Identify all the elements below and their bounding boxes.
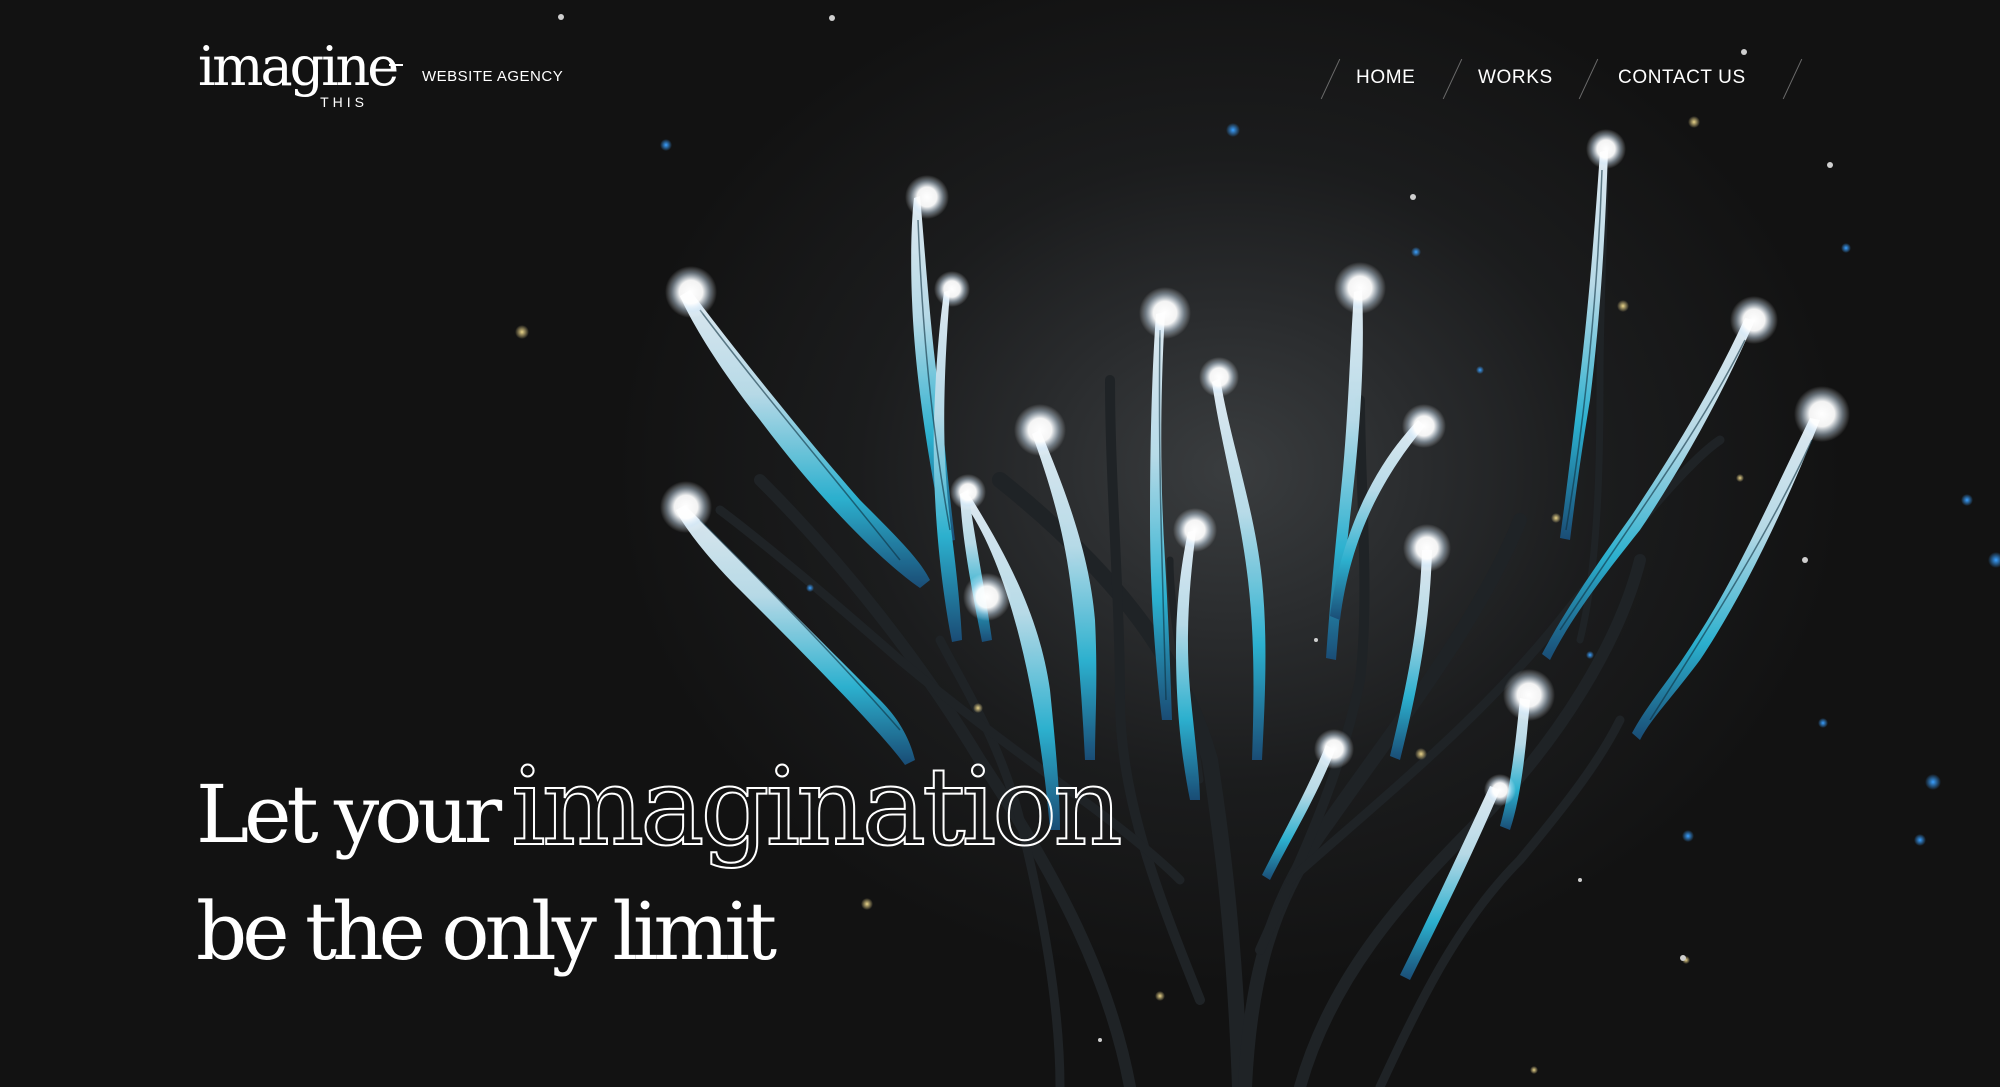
hero-line-2: be the only limit — [196, 885, 777, 978]
nav-home-link[interactable]: HOME — [1356, 67, 1415, 89]
nav-works-link[interactable]: WORKS — [1478, 67, 1553, 89]
nav-contact-link[interactable]: CONTACT US — [1618, 67, 1746, 89]
hero-line-1-prefix: Let your — [196, 768, 502, 861]
page: imagine THIS WEBSITE AGENCY HOME WORKS C… — [0, 0, 2000, 1087]
hero-emphasis-word: imagination — [510, 744, 1123, 871]
nav-divider — [1320, 58, 1341, 100]
nav-divider — [1782, 58, 1803, 100]
nav-divider — [1578, 58, 1599, 100]
hero-line-1: Let your imagination — [196, 744, 1124, 871]
main-nav: HOME WORKS CONTACT US — [0, 52, 2000, 102]
nav-divider — [1442, 58, 1463, 100]
